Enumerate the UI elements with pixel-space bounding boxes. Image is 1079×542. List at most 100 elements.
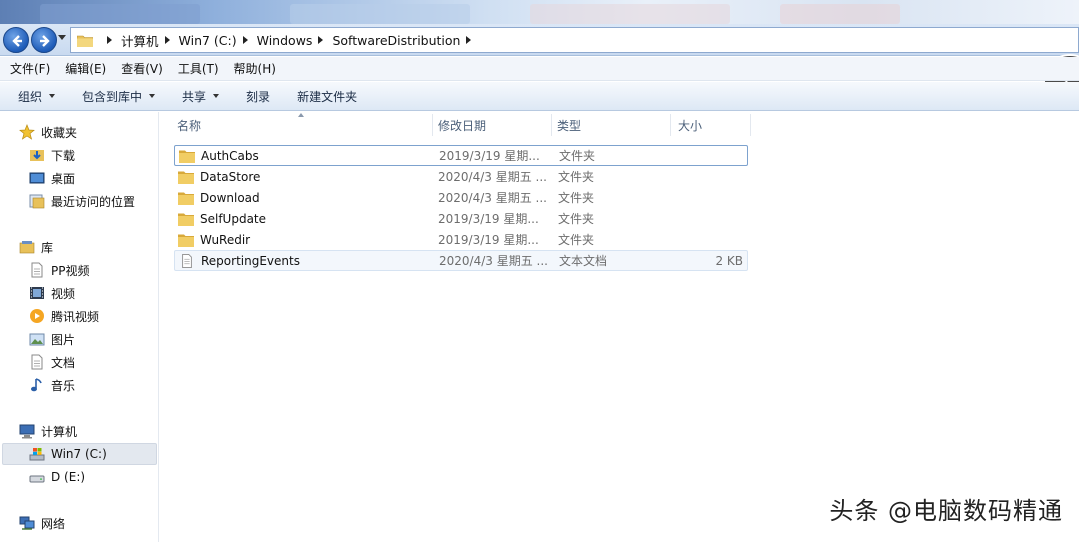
- address-bar[interactable]: 计算机 Win7 (C:) Windows SoftwareDistributi…: [70, 27, 1079, 53]
- nav-item-desktop[interactable]: 桌面: [29, 167, 75, 189]
- nav-item-music[interactable]: 音乐: [29, 374, 75, 396]
- blurred-tab: [780, 4, 900, 24]
- share-button[interactable]: 共享: [182, 88, 220, 105]
- breadcrumb-computer[interactable]: 计算机: [121, 31, 159, 50]
- star-icon: [19, 124, 35, 140]
- breadcrumb-windows[interactable]: Windows: [257, 33, 313, 48]
- nav-favorites[interactable]: 收藏夹: [19, 121, 77, 143]
- file-row[interactable]: Download 2020/4/3 星期五 ... 文件夹: [174, 187, 748, 208]
- include-in-library-label: 包含到库中: [82, 89, 143, 104]
- computer-icon: [19, 424, 35, 439]
- recent-pages-dropdown[interactable]: [58, 35, 66, 40]
- chevron-down-icon: [213, 94, 220, 98]
- new-folder-label: 新建文件夹: [297, 89, 358, 104]
- nav-item-tencent-video[interactable]: 腾讯视频: [29, 305, 99, 327]
- share-label: 共享: [182, 89, 207, 104]
- file-name-cell: DataStore: [178, 166, 260, 187]
- chevron-right-icon[interactable]: [466, 36, 472, 44]
- file-name: DataStore: [200, 169, 261, 184]
- organize-label: 组织: [18, 89, 43, 104]
- nav-item-c-drive[interactable]: Win7 (C:): [2, 443, 157, 465]
- file-name: AuthCabs: [201, 148, 259, 163]
- column-header-size[interactable]: 大小: [673, 112, 751, 138]
- organize-button[interactable]: 组织: [18, 88, 56, 105]
- file-row[interactable]: ReportingEvents 2020/4/3 星期五 ... 文本文档 2 …: [174, 250, 748, 271]
- column-header-type[interactable]: 类型: [552, 112, 670, 138]
- menu-view[interactable]: 查看(V): [121, 60, 163, 77]
- column-name-label: 名称: [177, 118, 202, 133]
- file-name: ReportingEvents: [201, 253, 300, 268]
- nav-computer-label: 计算机: [41, 424, 78, 439]
- column-divider[interactable]: [750, 114, 751, 136]
- include-in-library-button[interactable]: 包含到库中: [82, 88, 156, 105]
- nav-item-downloads[interactable]: 下载: [29, 144, 75, 166]
- nav-item-label: 腾讯视频: [51, 309, 100, 324]
- file-type: 文件夹: [559, 149, 596, 163]
- breadcrumb-c-drive[interactable]: Win7 (C:): [179, 33, 237, 48]
- nav-favorites-label: 收藏夹: [41, 125, 78, 140]
- nav-item-d-drive[interactable]: D (E:): [29, 466, 85, 488]
- column-header-name[interactable]: 名称: [172, 112, 432, 138]
- menu-tools[interactable]: 工具(T): [178, 60, 219, 77]
- folder-icon: [178, 171, 194, 184]
- nav-item-label: 桌面: [51, 171, 76, 186]
- folder-icon: [179, 150, 195, 163]
- nav-item-label: 文档: [51, 355, 76, 370]
- folder-icon: [77, 35, 93, 47]
- new-folder-button[interactable]: 新建文件夹: [297, 88, 357, 105]
- back-button[interactable]: [3, 27, 29, 53]
- nav-item-label: 图片: [51, 332, 76, 347]
- nav-network[interactable]: 网络: [19, 512, 65, 534]
- menu-bar: 文件(F) 编辑(E) 查看(V) 工具(T) 帮助(H): [0, 57, 1079, 81]
- nav-item-label: 音乐: [51, 378, 76, 393]
- column-divider[interactable]: [670, 114, 671, 136]
- file-row[interactable]: SelfUpdate 2019/3/19 星期... 文件夹: [174, 208, 748, 229]
- recent-places-icon: [29, 194, 45, 209]
- folder-icon: [178, 192, 194, 205]
- breadcrumb-softwaredistribution[interactable]: SoftwareDistribution: [332, 33, 460, 48]
- music-note-icon: [31, 378, 42, 392]
- file-date: 2020/4/3 星期五 ...: [438, 170, 547, 184]
- file-row[interactable]: AuthCabs 2019/3/19 星期... 文件夹: [174, 145, 748, 166]
- file-name-cell: SelfUpdate: [178, 208, 266, 229]
- nav-item-recent-places[interactable]: 最近访问的位置: [29, 190, 135, 212]
- burn-button[interactable]: 刻录: [246, 88, 270, 105]
- drive-icon: [29, 475, 45, 483]
- chevron-right-icon[interactable]: [242, 36, 248, 44]
- menu-edit[interactable]: 编辑(E): [65, 60, 106, 77]
- file-row[interactable]: DataStore 2020/4/3 星期五 ... 文件夹: [174, 166, 748, 187]
- folder-icon: [178, 234, 194, 247]
- nav-computer[interactable]: 计算机: [19, 420, 77, 442]
- file-list: 名称 修改日期 类型 大小 AuthCabs 2019/3/19 星期... 文…: [160, 112, 1079, 542]
- document-icon: [31, 354, 43, 370]
- file-row[interactable]: WuRedir 2019/3/19 星期... 文件夹: [174, 229, 748, 250]
- nav-item-label: D (E:): [51, 470, 86, 484]
- nav-item-label: PP视频: [51, 263, 90, 278]
- nav-libraries-label: 库: [41, 240, 54, 255]
- nav-libraries[interactable]: 库: [19, 236, 53, 258]
- nav-item-pictures[interactable]: 图片: [29, 328, 75, 350]
- nav-item-label: 视频: [51, 286, 76, 301]
- file-name: SelfUpdate: [200, 211, 267, 226]
- file-type: 文件夹: [558, 170, 595, 184]
- nav-item-label: Win7 (C:): [51, 447, 107, 461]
- column-header-date[interactable]: 修改日期: [433, 112, 551, 138]
- blurred-tab: [530, 4, 730, 24]
- nav-item-videos[interactable]: 视频: [29, 282, 75, 304]
- menu-file[interactable]: 文件(F): [10, 60, 50, 77]
- nav-item-label: 最近访问的位置: [51, 194, 136, 209]
- chevron-right-icon[interactable]: [318, 36, 324, 44]
- chevron-right-icon[interactable]: [107, 36, 112, 44]
- forward-button[interactable]: [31, 27, 57, 53]
- file-name: WuRedir: [200, 232, 251, 247]
- menu-help[interactable]: 帮助(H): [234, 60, 276, 77]
- file-type: 文件夹: [558, 191, 595, 205]
- desktop-icon: [29, 172, 45, 184]
- picture-icon: [29, 333, 45, 346]
- blurred-tab: [40, 4, 200, 24]
- arrow-right-icon: [40, 35, 50, 47]
- column-size-label: 大小: [678, 118, 703, 133]
- nav-item-documents[interactable]: 文档: [29, 351, 75, 373]
- nav-item-pp-video[interactable]: PP视频: [29, 259, 89, 281]
- chevron-right-icon[interactable]: [164, 36, 170, 44]
